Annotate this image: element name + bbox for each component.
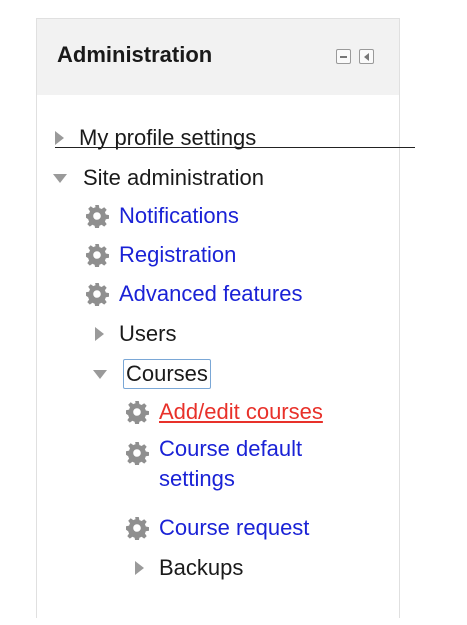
- tree-item-users[interactable]: Users: [95, 317, 176, 351]
- course-request-link[interactable]: Course request: [159, 515, 309, 541]
- gear-icon: [125, 400, 149, 424]
- tree-item-backups[interactable]: Backups: [135, 551, 243, 585]
- block-content: My profile settings Site administration …: [37, 95, 415, 625]
- course-default-settings-line2: settings: [159, 466, 235, 491]
- tree-item-label: Backups: [159, 555, 244, 580]
- course-default-settings-line1: Course default: [159, 436, 303, 461]
- tree-item-my-profile-settings[interactable]: My profile settings: [55, 121, 256, 155]
- expand-arrow-icon[interactable]: [95, 327, 104, 341]
- expand-arrow-icon[interactable]: [55, 131, 64, 145]
- dock-block-icon[interactable]: [359, 49, 374, 64]
- tree-item-registration[interactable]: Registration: [85, 238, 236, 272]
- tree-item-label: Site administration: [83, 165, 264, 190]
- gear-icon: [125, 516, 149, 540]
- tree-item-label[interactable]: Courses: [123, 359, 211, 389]
- gear-icon: [85, 243, 109, 267]
- tree-item-notifications[interactable]: Notifications: [85, 199, 239, 233]
- administration-block: Administration My profile settings Site …: [36, 18, 415, 625]
- tree-item-course-request[interactable]: Course request: [125, 511, 309, 545]
- tree-item-advanced-features[interactable]: Advanced features: [85, 277, 302, 311]
- tree-item-courses[interactable]: Courses: [93, 357, 211, 391]
- block-title: Administration: [57, 42, 213, 67]
- add-edit-courses-link[interactable]: Add/edit courses: [159, 399, 323, 425]
- tree-item-site-administration[interactable]: Site administration: [53, 161, 264, 195]
- advanced-features-link[interactable]: Advanced features: [119, 281, 302, 307]
- course-default-settings-link[interactable]: Course default settings: [159, 434, 302, 494]
- notifications-link[interactable]: Notifications: [119, 203, 239, 229]
- collapse-arrow-icon[interactable]: [93, 369, 107, 379]
- tree-item-label: Users: [119, 321, 177, 346]
- minimize-block-icon[interactable]: [336, 49, 351, 64]
- collapse-arrow-icon[interactable]: [53, 173, 67, 183]
- tree-item-add-edit-courses[interactable]: Add/edit courses: [125, 395, 323, 429]
- expand-arrow-icon[interactable]: [135, 561, 144, 575]
- gear-icon: [85, 282, 109, 306]
- gear-icon: [125, 441, 149, 465]
- gear-icon: [85, 204, 109, 228]
- registration-link[interactable]: Registration: [119, 242, 236, 268]
- divider: [55, 147, 415, 148]
- block-header: Administration: [37, 19, 399, 95]
